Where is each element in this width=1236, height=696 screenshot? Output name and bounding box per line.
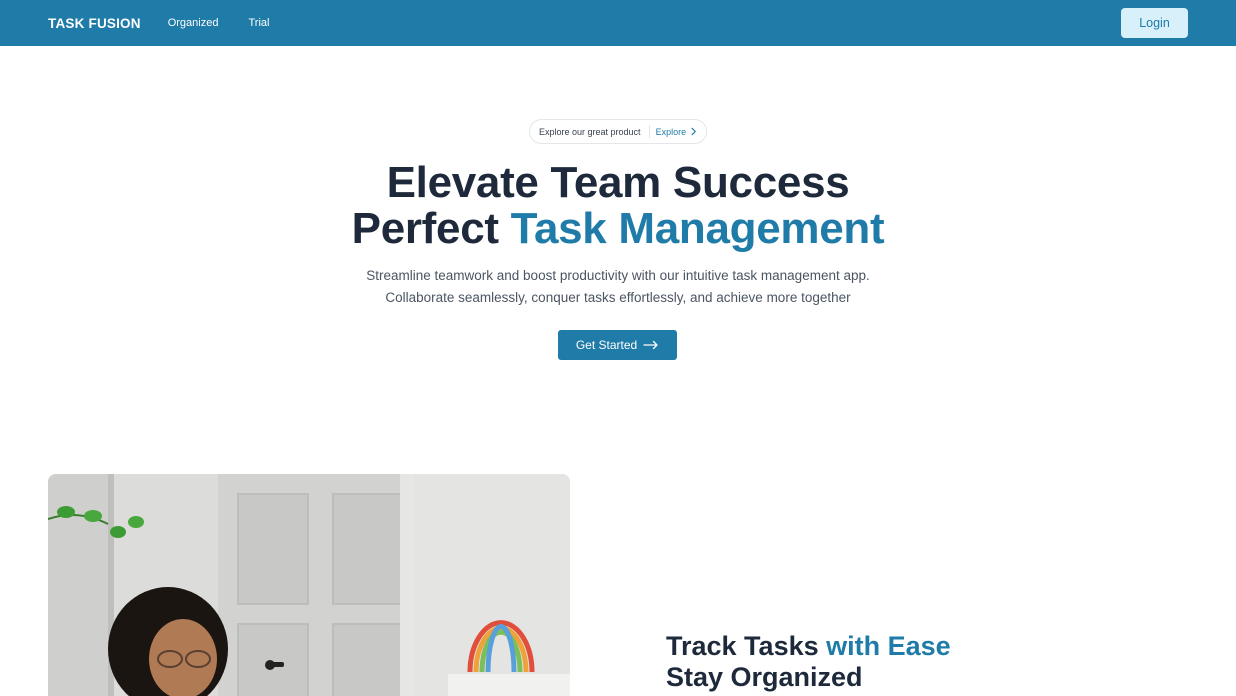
hero-subtitle: Streamline teamwork and boost productivi… (0, 265, 1236, 309)
announcement-pill: Explore our great product Explore (529, 119, 707, 144)
feature-title-accent: with Ease (826, 631, 951, 661)
get-started-label: Get Started (575, 338, 638, 352)
feature-title-plain: Track Tasks (666, 631, 827, 661)
top-navbar: TASK FUSION Organized Trial Login (0, 0, 1236, 46)
brand-logo[interactable]: TASK FUSION (48, 16, 141, 31)
pill-text: Explore our great product (539, 126, 641, 137)
hero-title: Elevate Team Success Perfect Task Manage… (0, 160, 1236, 252)
feature-title-line2: Stay Organized (666, 662, 863, 692)
hero-subtitle-line2: Collaborate seamlessly, conquer tasks ef… (385, 290, 851, 305)
arrow-right-icon (643, 340, 658, 350)
pill-divider (648, 125, 650, 138)
hero-title-line1: Elevate Team Success (386, 158, 850, 207)
hero-title-line2-plain: Perfect (351, 204, 511, 253)
feature-title: Track Tasks with Ease Stay Organized (666, 631, 951, 693)
explore-link-label: Explore (655, 126, 687, 137)
chevron-right-icon (691, 127, 696, 136)
hero-subtitle-line1: Streamline teamwork and boost productivi… (366, 268, 870, 283)
nav-link-trial[interactable]: Trial (248, 17, 269, 29)
get-started-button[interactable]: Get Started (558, 330, 677, 360)
hero-title-line2-accent: Task Management (510, 204, 885, 253)
nav-link-organized[interactable]: Organized (168, 17, 219, 29)
hero-photo (48, 474, 570, 696)
explore-link[interactable]: Explore (656, 127, 699, 137)
login-button[interactable]: Login (1121, 8, 1188, 38)
